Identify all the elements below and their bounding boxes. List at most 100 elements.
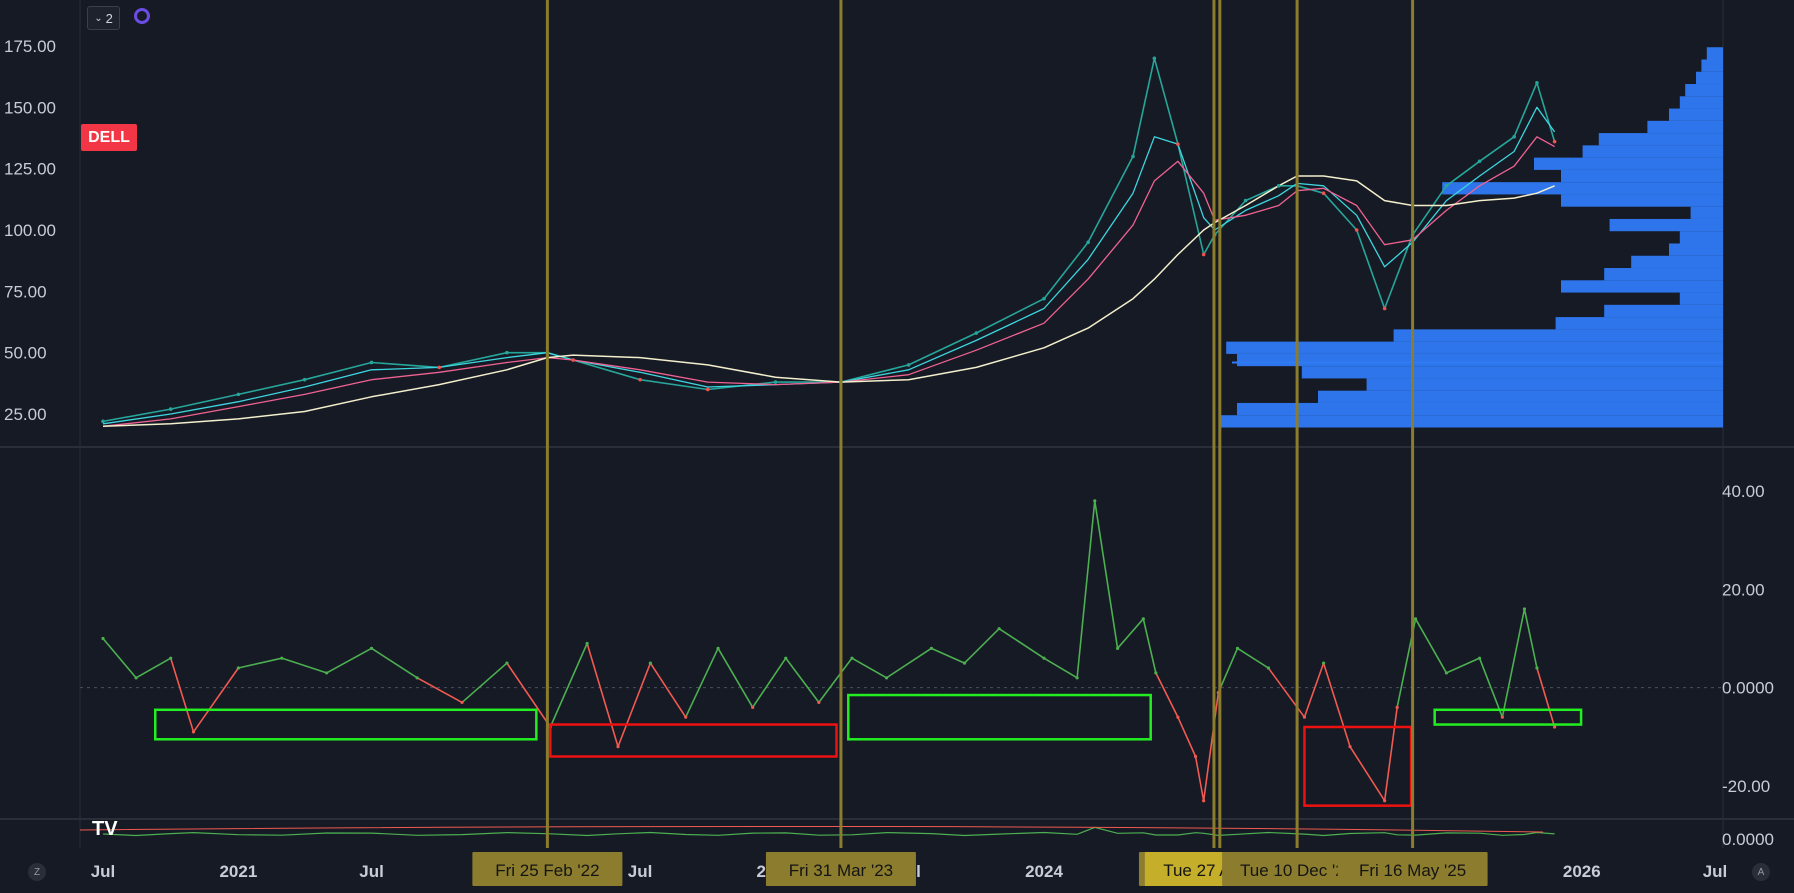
volume-profile-bar [1582,145,1723,158]
osc-point [325,671,329,675]
osc-point [369,646,374,650]
osc-point [884,676,889,680]
price-point [1444,184,1449,188]
osc-point [616,745,620,749]
osc-point [1413,617,1418,621]
collapse-count: 2 [105,10,113,26]
price-point [906,363,911,367]
chevron-down-icon: ⌄ [94,12,103,24]
price-axis-tick: 175.00 [4,37,56,56]
price-axis-tick: 75.00 [4,282,47,301]
volume-profile-bar [1685,84,1723,97]
ticker-text: DELL [88,128,130,146]
osc-point [1302,715,1307,719]
chart-canvas[interactable]: 175.00 150.00 125.00 100.00 75.00 50.00 25.00 4… [0,0,1794,893]
volume-profile-bar [1598,133,1723,146]
x-axis-tick: 2021 [219,862,257,881]
osc-point [1522,607,1527,611]
x-axis-tick: Jul [628,862,653,881]
osc-point [169,656,173,660]
osc-point [1348,745,1352,749]
osc-point [134,676,138,680]
price-point [1477,159,1482,164]
x-axis-tick: 2026 [1563,862,1601,881]
price-point [236,392,241,397]
volume-profile-bar [1604,304,1723,318]
lower-axis-tick: 0.0000 [1722,830,1774,849]
osc-point [751,705,755,709]
volume-profile-bar [1561,169,1723,183]
volume-profile-bar [1604,268,1723,281]
price-point [302,377,307,382]
price-axis-tick: 125.00 [4,160,56,179]
price-point [1382,306,1387,311]
osc-point [1075,676,1079,680]
vertical-marker-tag-label: Fri 25 Feb '22 [495,861,599,880]
volume-profile-bar [1647,120,1723,134]
vertical-marker-tag-label: Tue 10 Dec '24 [1240,861,1354,880]
price-axis-tick: 150.00 [4,98,56,117]
button-z[interactable]: Z [28,863,46,881]
volume-profile-bar [1701,59,1723,72]
volume-profile-bar [1442,182,1723,195]
osc-point [1202,799,1206,803]
volume-profile-bar [1555,317,1723,330]
vertical-marker-tag-label: Fri 31 Mar '23 [789,861,893,880]
osc-point [191,730,196,734]
price-point [1176,142,1180,146]
osc-point [1154,671,1158,675]
osc-point [1235,646,1240,650]
price-point [1276,184,1281,188]
osc-point [460,700,464,705]
collapse-button[interactable]: ⌄ 2 [87,6,120,30]
osc-point [929,646,934,650]
osc-point [1477,656,1482,660]
price-point [1042,296,1046,301]
osc-point [962,661,967,665]
price-point [505,350,509,355]
volume-profile-bar [1393,329,1723,342]
price-point [705,387,710,392]
osc-point [850,656,854,660]
osc-point [1115,646,1120,650]
osc-point [1500,715,1504,719]
osc-axis-tick: 20.00 [1722,580,1765,599]
osc-point [1444,671,1449,675]
x-axis-tick: Jul [359,862,384,881]
price-point [1243,198,1248,203]
osc-point [1193,754,1198,759]
volume-profile-bar [1696,71,1723,85]
volume-profile-bar [1690,206,1723,219]
osc-point [1176,715,1180,719]
volume-profile-bar [1631,255,1723,269]
price-point [1552,139,1557,144]
price-point [1086,240,1090,245]
osc-point [1093,499,1097,503]
volume-profile-bar [1237,402,1723,416]
volume-profile-bar [1679,231,1723,244]
osc-point [505,661,509,665]
osc-point [817,700,821,705]
cycle-icon[interactable] [134,8,150,24]
volume-profile-bar [1679,292,1723,305]
volume-profile-bar [1609,218,1723,232]
osc-point [716,646,720,650]
osc-point [1535,666,1539,670]
osc-point [1266,666,1270,670]
osc-point [997,627,1001,631]
osc-point [236,666,240,670]
osc-point [280,656,284,660]
osc-point [1042,656,1046,660]
price-point [437,365,442,370]
button-a[interactable]: A [1752,863,1770,881]
price-point [638,377,642,382]
price-point [1535,81,1539,85]
volume-profile-bar [1301,366,1723,379]
price-point [571,358,575,362]
volume-profile-bar [1534,157,1723,170]
price-point [1354,228,1359,232]
price-point [974,331,979,335]
osc-point [1552,725,1557,729]
osc-point [585,641,589,646]
osc-point [1141,617,1145,621]
